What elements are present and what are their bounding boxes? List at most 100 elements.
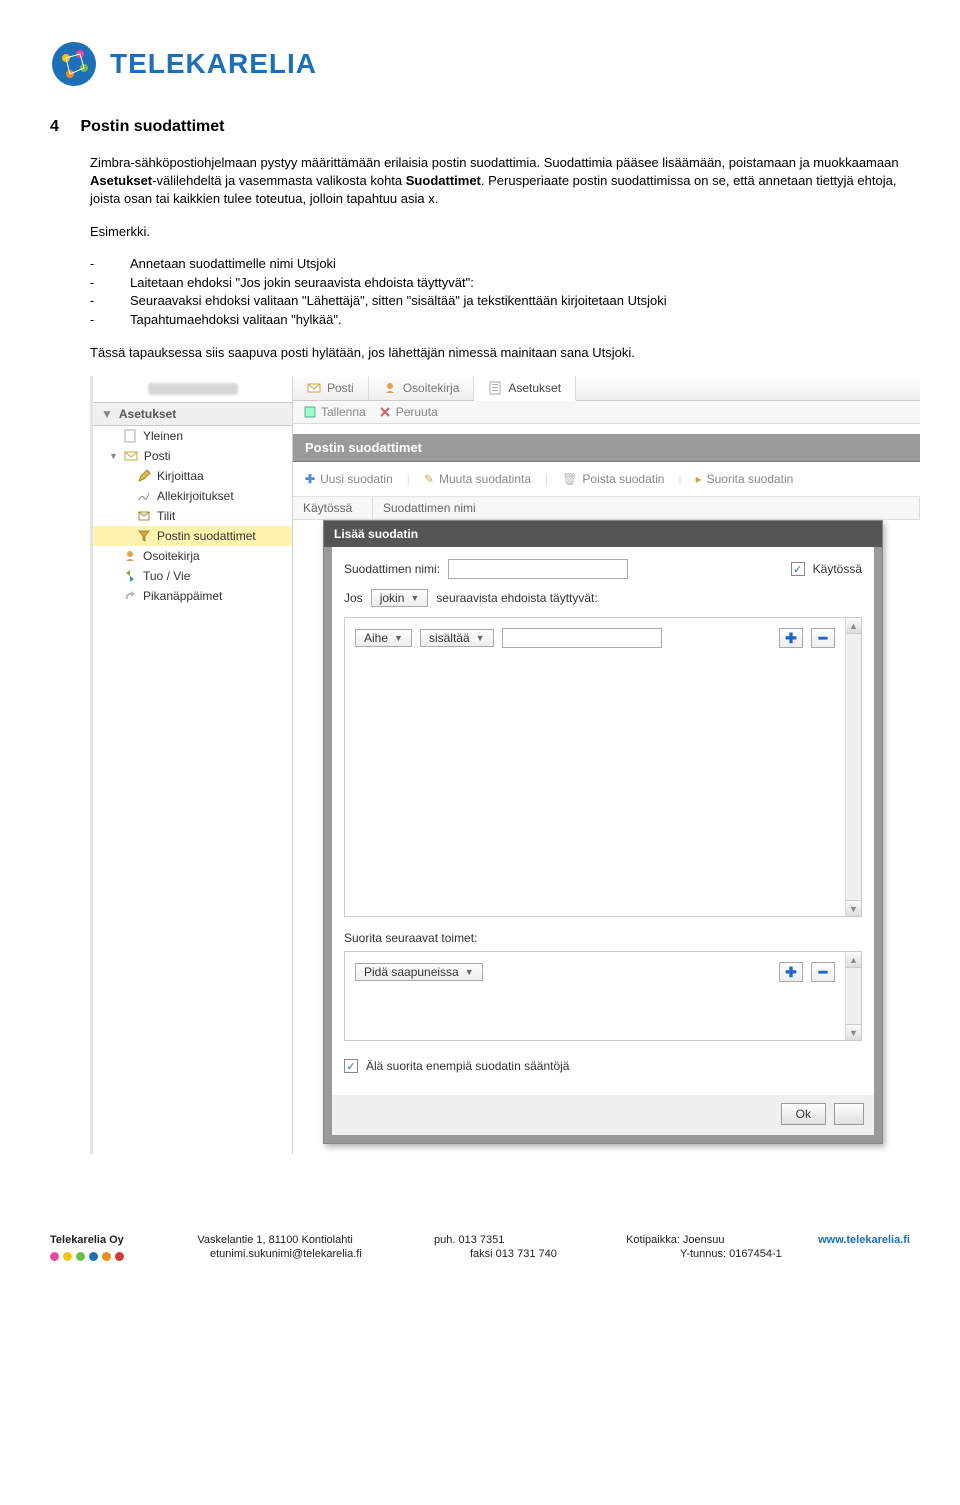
filter-name-input[interactable] — [448, 559, 628, 579]
caret-down-icon: ▼ — [465, 967, 474, 977]
edit-filter-button[interactable]: ✎ Muuta suodatinta — [424, 472, 531, 486]
footer-fax: faksi 013 731 740 — [470, 1248, 640, 1261]
conditions-box: Aihe▼ sisältää▼ ✚ — [344, 617, 862, 917]
scrollbar[interactable]: ▲ ▼ — [845, 952, 861, 1040]
signature-icon — [137, 489, 151, 503]
contacts-icon — [123, 549, 137, 563]
sub-toolbar: Tallenna Peruuta — [293, 401, 920, 424]
remove-action-button[interactable]: ━ — [811, 962, 835, 982]
section-number: 4 — [50, 118, 76, 136]
page-footer: Telekarelia Oy Vaskelantie 1, 81100 Kont… — [0, 1234, 960, 1261]
filter-table-header: Käytössä Suodattimen nimi — [293, 497, 920, 520]
if-tail-text: seuraavista ehdoista täyttyvät: — [436, 591, 597, 605]
contacts-icon — [383, 381, 397, 395]
condition-value-input[interactable] — [502, 628, 662, 648]
sidebar-item-pikanappaimet[interactable]: Pikanäppäimet — [93, 586, 292, 606]
stop-processing-checkbox[interactable] — [344, 1059, 358, 1073]
sidebar-item-yleinen[interactable]: Yleinen — [93, 426, 292, 446]
scroll-down-icon[interactable]: ▼ — [846, 1024, 861, 1040]
sidebar-item-tuo-vie[interactable]: Tuo / Vie — [93, 566, 292, 586]
sidebar-item-postin-suodattimet[interactable]: Postin suodattimet — [93, 526, 292, 546]
chevron-down-icon: ▼ — [101, 407, 113, 421]
bullet-item: Seuraavaksi ehdoksi valitaan "Lähettäjä"… — [130, 292, 910, 311]
col-name[interactable]: Suodattimen nimi — [373, 497, 920, 519]
sidebar-item-tilit[interactable]: Tilit — [93, 506, 292, 526]
scrollbar[interactable]: ▲ ▼ — [845, 618, 861, 916]
add-action-button[interactable]: ✚ — [779, 962, 803, 982]
sidebar-item-osoitekirja[interactable]: Osoitekirja — [93, 546, 292, 566]
delete-filter-button[interactable]: 🗑 Poista suodatin — [562, 472, 664, 486]
trash-icon: 🗑 — [562, 472, 577, 486]
filter-toolbar: ✚ Uusi suodatin | ✎ Muuta suodatinta | 🗑… — [293, 462, 920, 497]
footer-web: www.telekarelia.fi — [818, 1234, 910, 1246]
if-any-dropdown[interactable]: jokin▼ — [371, 589, 429, 607]
run-icon: ▸ — [696, 472, 702, 486]
footer-dots-icon — [50, 1252, 170, 1261]
tab-posti[interactable]: Posti — [293, 376, 369, 400]
scroll-up-icon[interactable]: ▲ — [846, 618, 861, 634]
stop-processing-label: Älä suorita enempiä suodatin sääntöjä — [366, 1059, 569, 1073]
caret-down-icon: ▼ — [410, 593, 419, 603]
bullet-item: Annetaan suodattimelle nimi Utsjoki — [130, 255, 910, 274]
save-icon — [303, 405, 317, 419]
footer-email: etunimi.sukunimi@telekarelia.fi — [210, 1248, 430, 1261]
remove-condition-button[interactable]: ━ — [811, 628, 835, 648]
import-export-icon — [123, 569, 137, 583]
run-filter-button[interactable]: ▸ Suorita suodatin — [696, 472, 794, 486]
tab-asetukset[interactable]: Asetukset — [474, 376, 576, 401]
add-filter-dialog: Lisää suodatin Suodattimen nimi: Käytöss… — [323, 520, 883, 1144]
ok-button[interactable]: Ok — [781, 1103, 826, 1125]
dialog-title: Lisää suodatin — [324, 521, 882, 547]
logo-text: TELEKARELIA — [110, 48, 317, 80]
add-condition-button[interactable]: ✚ — [779, 628, 803, 648]
sidebar-item-kirjoittaa[interactable]: Kirjoittaa — [93, 466, 292, 486]
footer-phone: puh. 013 7351 — [434, 1234, 586, 1246]
sidebar-item-allekirjoitukset[interactable]: Allekirjoitukset — [93, 486, 292, 506]
caret-down-icon: ▼ — [394, 633, 403, 643]
new-filter-button[interactable]: ✚ Uusi suodatin — [305, 472, 393, 486]
filter-name-label: Suodattimen nimi: — [344, 562, 440, 576]
scroll-down-icon[interactable]: ▼ — [846, 900, 861, 916]
if-label: Jos — [344, 591, 363, 605]
redacted-user — [93, 376, 292, 402]
cancel-button[interactable]: Peruuta — [378, 405, 438, 419]
actions-box: Pidä saapuneissa▼ ✚ ━ ▲ — [344, 951, 862, 1041]
bullet-item: Tapahtumaehdoksi valitaan "hylkää". — [130, 311, 910, 330]
tab-osoitekirja[interactable]: Osoitekirja — [369, 376, 475, 400]
compose-icon — [137, 469, 151, 483]
filter-icon — [137, 529, 151, 543]
actions-label: Suorita seuraavat toimet: — [344, 931, 862, 945]
bullet-item: Laitetaan ehdoksi "Jos jokin seuraavista… — [130, 274, 910, 293]
col-enabled[interactable]: Käytössä — [293, 497, 373, 519]
section-title-text: Postin suodattimet — [80, 118, 224, 135]
chevron-down-icon: ▼ — [109, 451, 118, 461]
example-bullets: Annetaan suodattimelle nimi Utsjoki Lait… — [110, 255, 910, 330]
enabled-checkbox[interactable] — [791, 562, 805, 576]
paragraph-summary: Tässä tapauksessa siis saapuva posti hyl… — [90, 344, 910, 362]
mail-icon — [307, 381, 321, 395]
cancel-icon — [378, 405, 392, 419]
footer-seat: Kotipaikka: Joensuu — [626, 1234, 778, 1246]
cancel-dialog-button[interactable] — [834, 1103, 864, 1125]
footer-address: Vaskelantie 1, 81100 Kontiolahti — [197, 1234, 394, 1246]
section-heading: 4 Postin suodattimet — [50, 118, 910, 136]
condition-op-dropdown[interactable]: sisältää▼ — [420, 629, 494, 647]
mail-icon — [124, 449, 138, 463]
sidebar-item-posti[interactable]: ▼ Posti — [93, 446, 292, 466]
sidebar: ▼ Asetukset Yleinen ▼ Posti Kirjoittaa — [93, 376, 293, 1154]
shortcut-icon — [123, 589, 137, 603]
plus-icon: ✚ — [305, 472, 315, 486]
condition-field-dropdown[interactable]: Aihe▼ — [355, 629, 412, 647]
sidebar-section-asetukset[interactable]: ▼ Asetukset — [93, 402, 292, 426]
caret-down-icon: ▼ — [476, 633, 485, 643]
logo-mark-icon — [50, 40, 98, 88]
action-dropdown[interactable]: Pidä saapuneissa▼ — [355, 963, 483, 981]
footer-company: Telekarelia Oy — [50, 1234, 157, 1246]
save-button[interactable]: Tallenna — [303, 405, 366, 419]
paragraph-example-label: Esimerkki. — [90, 223, 910, 241]
scroll-up-icon[interactable]: ▲ — [846, 952, 861, 968]
logo: TELEKARELIA — [50, 40, 910, 88]
page-icon — [123, 429, 137, 443]
panel-header: Postin suodattimet — [293, 434, 920, 462]
footer-ytunnus: Y-tunnus: 0167454-1 — [680, 1248, 850, 1261]
